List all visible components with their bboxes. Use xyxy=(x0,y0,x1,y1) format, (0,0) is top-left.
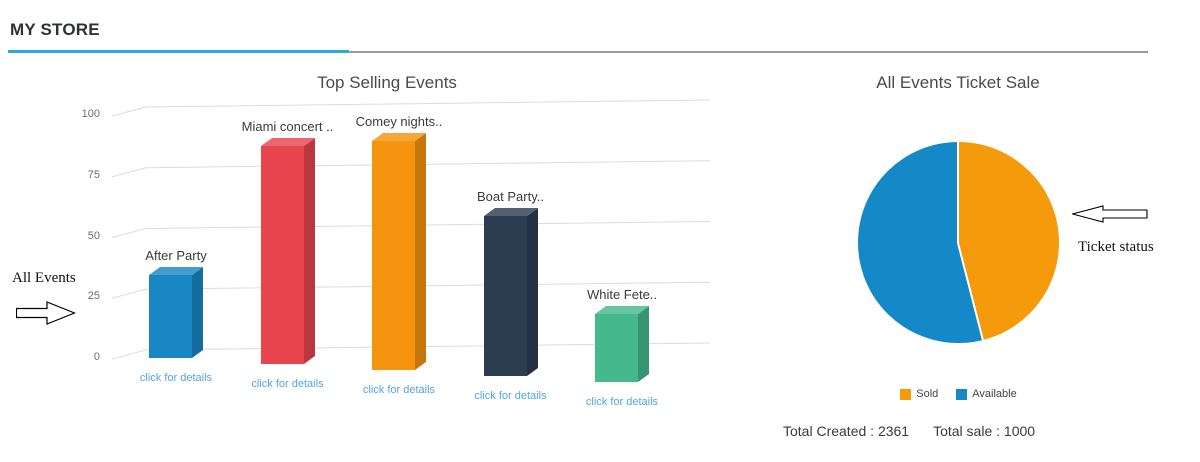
bar-side-face xyxy=(415,133,426,370)
bar-front-face[interactable] xyxy=(595,314,638,382)
total-created: Total Created : 2361 xyxy=(783,423,909,439)
bar-side-face xyxy=(192,267,203,358)
bar-front-face[interactable] xyxy=(261,146,304,364)
legend-item-sold: Sold xyxy=(900,388,938,400)
header-accent-underline xyxy=(8,50,349,53)
bar-details-link[interactable]: click for details xyxy=(537,396,707,408)
bar-category-label: White Fete.. xyxy=(537,287,707,302)
bar-chart-title: Top Selling Events xyxy=(237,73,537,93)
legend-item-available: Available xyxy=(956,388,1016,400)
pie[interactable] xyxy=(858,142,1059,343)
pie-divider xyxy=(957,142,959,243)
y-axis-tick: 25 xyxy=(66,289,100,303)
bar-side-face xyxy=(527,208,538,375)
header-divider xyxy=(349,51,1148,53)
bar-side-face xyxy=(304,138,315,364)
dashboard: MY STORE All Events Top Selling Events 0… xyxy=(0,0,1200,462)
bar-category-label: Comey nights.. xyxy=(314,114,484,129)
bar-front-face[interactable] xyxy=(149,275,192,358)
y-axis-tick: 100 xyxy=(66,107,100,121)
bar-front-face[interactable] xyxy=(484,216,527,376)
ticket-status-label: Ticket status xyxy=(1078,239,1178,256)
arrow-left-icon xyxy=(1072,205,1148,223)
pie-chart-title: All Events Ticket Sale xyxy=(817,73,1099,93)
bar-side-face xyxy=(638,306,649,382)
legend-swatch-available xyxy=(956,389,967,400)
bar-front-face[interactable] xyxy=(372,141,415,370)
all-events-label: All Events xyxy=(12,270,102,287)
pie-divider xyxy=(957,243,984,341)
legend-swatch-sold xyxy=(900,389,911,400)
page-title: MY STORE xyxy=(10,20,100,40)
pie-legend: Sold Available xyxy=(848,388,1069,400)
total-sale: Total sale : 1000 xyxy=(933,423,1035,439)
bar-category-label: Boat Party.. xyxy=(426,189,596,204)
bar-category-label: After Party xyxy=(91,248,261,263)
y-axis-tick: 50 xyxy=(66,229,100,243)
y-axis-tick: 0 xyxy=(66,350,100,364)
y-axis-tick: 75 xyxy=(66,168,100,182)
totals: Total Created : 2361 Total sale : 1000 xyxy=(783,423,1035,439)
legend-label: Sold xyxy=(916,388,938,400)
arrow-right-icon xyxy=(16,301,76,325)
legend-label: Available xyxy=(972,388,1016,400)
